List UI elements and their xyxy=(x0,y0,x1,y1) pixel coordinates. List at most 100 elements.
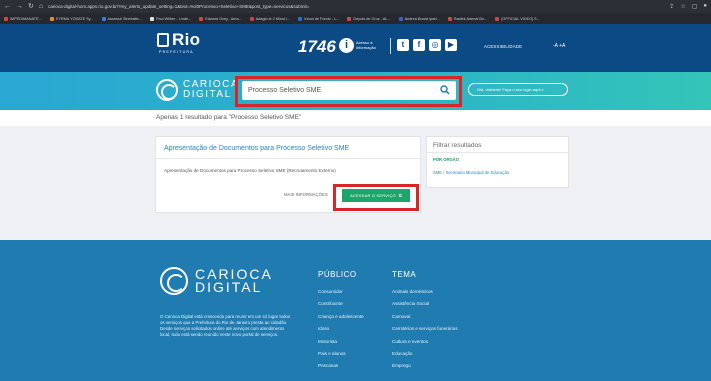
back-icon[interactable]: ← xyxy=(4,3,11,10)
bookmark-label: Edward Greg - Ama... xyxy=(205,16,242,21)
bookmark-label: Assessir Sinetrátic... xyxy=(107,16,142,21)
bookmark-label: [OFFICIAL VIDEO] S... xyxy=(501,16,540,21)
social-links: t f ◎ ▶ xyxy=(397,39,457,51)
bookmark-label: Depois de Cruz - AL... xyxy=(353,16,391,21)
bookmark-favicon-icon xyxy=(149,16,154,21)
result-title[interactable]: Apresentação de Documentos para Processo… xyxy=(164,145,349,152)
footer: CARIOCA DIGITAL O Carioca Digital está c… xyxy=(0,240,711,381)
footer-logo[interactable]: CARIOCA DIGITAL xyxy=(160,267,273,295)
acessar-servico-button[interactable]: ACESSAR O SERVIÇO ⧉ xyxy=(342,189,410,202)
bookmark-item[interactable]: Assessir Sinetrátic... xyxy=(101,16,142,21)
acesso-line2: informação xyxy=(356,44,376,50)
youtube-icon[interactable]: ▶ xyxy=(445,39,457,51)
twitter-icon[interactable]: t xyxy=(397,39,409,51)
home-icon[interactable]: ⌂ xyxy=(39,3,43,10)
bookmark-favicon-icon xyxy=(101,16,106,21)
footer-link[interactable]: Cemitérios e serviços funerários xyxy=(392,326,458,338)
acessibilidade-link[interactable]: ACESSIBILIDADE xyxy=(484,44,522,49)
bookmark-item[interactable]: Edward Greg - Ama... xyxy=(199,16,242,21)
bookmark-item[interactable]: [OFFICIAL VIDEO] S... xyxy=(495,16,540,21)
result-description: Apresentação de Documentos para Processo… xyxy=(164,168,336,173)
bookmark-item[interactable]: Radiek Adenal Bo... xyxy=(447,16,487,21)
external-link-icon: ⧉ xyxy=(398,193,402,198)
footer-link[interactable]: Criança e adolescente xyxy=(318,314,364,326)
bookmark-favicon-icon xyxy=(347,16,352,21)
share-icon[interactable]: ⇪ xyxy=(669,3,674,10)
search-icon[interactable] xyxy=(440,85,450,95)
acessar-label: ACESSAR O SERVIÇO xyxy=(350,193,396,198)
login-button[interactable]: Olá, visitante! Faça o seu login aqui ▾ xyxy=(468,83,568,96)
rio-logo[interactable]: Rio PREFEITURA xyxy=(157,30,200,54)
card-divider xyxy=(156,158,420,159)
footer-link[interactable]: Pais e alunos xyxy=(318,351,364,363)
reload-icon[interactable]: ↻ xyxy=(28,3,34,10)
bookmark-favicon-icon xyxy=(249,16,254,21)
search-input[interactable]: Processo Seletivo SME xyxy=(242,81,456,100)
bookmark-label: Paul Wilber - Linde... xyxy=(155,16,192,21)
info-icon[interactable]: i xyxy=(339,38,354,53)
bookmark-favicon-icon xyxy=(4,16,8,21)
footer-link[interactable]: Pescanas xyxy=(318,363,364,375)
footer-link[interactable]: Educação xyxy=(392,351,458,363)
extensions-icon[interactable]: ▢ xyxy=(692,3,698,10)
footer-spiral-icon xyxy=(160,267,188,295)
bookmark-item[interactable]: Adagio le 2 Minut I... xyxy=(249,16,291,21)
filter-org-heading: POR ORGÃO xyxy=(433,157,460,162)
spiral-logo-icon xyxy=(156,79,178,101)
results-count: Apenas 1 resultado para "Processo Seleti… xyxy=(156,114,302,121)
prefeitura-header: Rio PREFEITURA 1746 i Acesso à informaçã… xyxy=(0,24,711,72)
header-divider xyxy=(390,38,391,54)
footer-col-heading: TEMA xyxy=(392,270,417,279)
filter-panel: Filtrar resultados POR ORGÃO SME / Secre… xyxy=(426,136,569,188)
footer-col-heading: PÚBLICO xyxy=(318,270,357,279)
footer-link[interactable]: Cultura e eventos xyxy=(392,339,458,351)
bookmark-label: Intool de Fondo - L... xyxy=(304,16,340,21)
footer-link[interactable]: Carnaval xyxy=(392,314,458,326)
bookmark-favicon-icon xyxy=(398,16,403,21)
bookmark-label: SYRMA YOSATE Sy... xyxy=(55,16,94,21)
carioca-digital-logo[interactable]: CARIOCA DIGITAL xyxy=(156,79,239,101)
footer-col-tema: TEMA Animais domésticos Assistência Soci… xyxy=(392,270,458,376)
rio-palace-icon xyxy=(157,33,169,47)
results-header xyxy=(0,110,711,126)
footer-link[interactable]: Animais domésticos xyxy=(392,289,458,301)
font-size-controls[interactable]: -A +A xyxy=(553,43,565,49)
filter-title: Filtrar resultados xyxy=(433,142,482,149)
star-icon[interactable]: ☆ xyxy=(680,3,685,10)
result-card: Apresentação de Documentos para Processo… xyxy=(155,136,421,213)
footer-about-text: O Carioca Digital está crescendo para re… xyxy=(160,314,291,337)
mais-informacoes-link[interactable]: MAIS INFORMAÇÕES xyxy=(284,192,328,197)
bookmark-item[interactable]: IMPEDIMANATE... xyxy=(4,16,42,21)
search-query: Processo Seletivo SME xyxy=(248,87,322,94)
acesso-informacao-link[interactable]: Acesso à informação xyxy=(356,40,376,50)
bookmark-favicon-icon xyxy=(447,16,452,21)
footer-link[interactable]: Consumidor xyxy=(318,289,364,301)
bookmark-item[interactable]: Paul Wilber - Linde... xyxy=(149,16,192,21)
profile-icon[interactable]: ● xyxy=(703,3,707,10)
bookmark-item[interactable]: Intool de Fondo - L... xyxy=(298,16,340,21)
filter-divider xyxy=(427,152,568,153)
bookmark-label: IMPEDIMANATE... xyxy=(10,16,42,21)
address-bar[interactable]: carioca-digital-hom.apps.rio.gov.br/?my_… xyxy=(48,4,568,9)
footer-link[interactable]: Idoso xyxy=(318,326,364,338)
footer-link[interactable]: Emprego xyxy=(392,363,458,375)
filter-item-sme[interactable]: SME / Secretaria Municipal de Educação xyxy=(433,170,509,175)
footer-link[interactable]: Assistência Social xyxy=(392,301,458,313)
facebook-icon[interactable]: f xyxy=(413,39,425,51)
forward-icon[interactable]: → xyxy=(16,3,23,10)
browser-toolbar: ← → ↻ ⌂ carioca-digital-hom.apps.rio.gov… xyxy=(0,0,711,13)
bookmark-favicon-icon xyxy=(298,16,303,21)
instagram-icon[interactable]: ◎ xyxy=(429,39,441,51)
footer-link[interactable]: Motorista xyxy=(318,339,364,351)
bookmark-item[interactable]: SYRMA YOSATE Sy... xyxy=(49,16,94,21)
footer-link[interactable]: Contribuinte xyxy=(318,301,364,313)
carioca-logo-line2: DIGITAL xyxy=(183,89,232,100)
footer-col-publico: PÚBLICO Consumidor Contribuinte Criança … xyxy=(318,270,364,376)
footer-logo-line2: DIGITAL xyxy=(195,279,263,295)
bookmark-favicon-icon xyxy=(199,16,204,21)
bookmark-label: Adagio le 2 Minut I... xyxy=(255,16,291,21)
bookmark-item[interactable]: Andrea Boará Ipart... xyxy=(398,16,440,21)
central-1746-link[interactable]: 1746 xyxy=(298,37,336,57)
bookmark-item[interactable]: Depois de Cruz - AL... xyxy=(347,16,391,21)
bookmark-label: Andrea Boará Ipart... xyxy=(404,16,440,21)
